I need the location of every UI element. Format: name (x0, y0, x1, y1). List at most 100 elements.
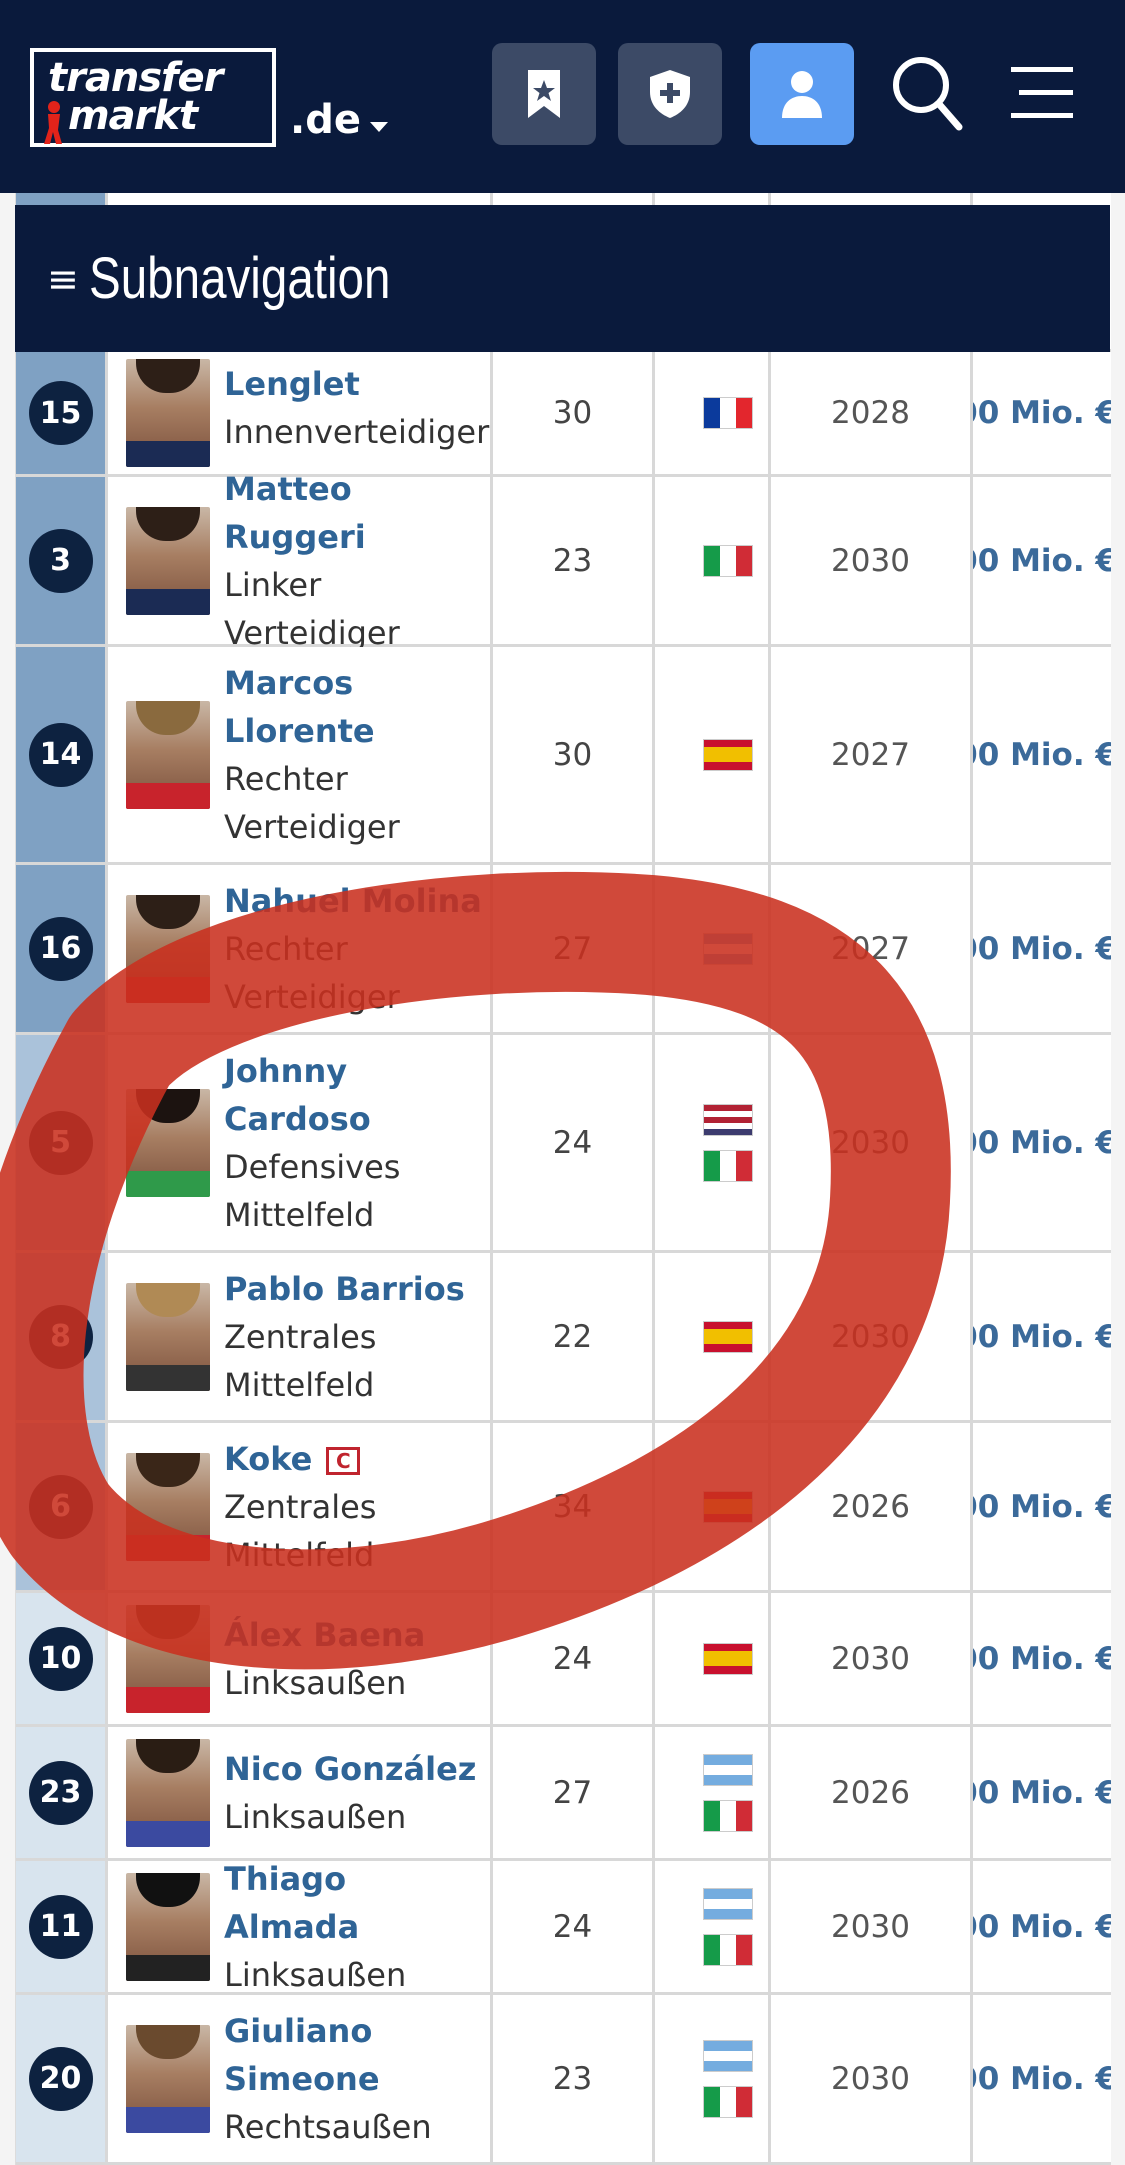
menu-icon (1011, 67, 1073, 118)
player-name-link[interactable]: Álex Baena (224, 1611, 425, 1659)
table-row[interactable]: 20 Giuliano Simeone Rechtsaußen 23 2030 … (16, 1995, 1111, 2165)
age-cell: 24 (493, 1035, 655, 1250)
number-cell: 16 (16, 865, 108, 1032)
market-value-link[interactable]: 20,00 Mio. € (973, 1909, 1111, 1945)
player-cell: Álex Baena Linksaußen (108, 1593, 493, 1724)
player-photo[interactable] (126, 506, 210, 615)
table-row[interactable]: 3 Matteo Ruggeri Linker Verteidiger 23 2… (16, 470, 1111, 652)
nationality-cell (655, 1423, 771, 1590)
flag-spain-icon (702, 1642, 753, 1675)
shirt-number-badge: 6 (28, 1474, 93, 1539)
market-value-link[interactable]: 55,00 Mio. € (973, 1641, 1111, 1677)
contract-cell: 2026 (771, 1727, 973, 1858)
table-row[interactable]: 10 Álex Baena Linksaußen 24 2030 55,00 M… (16, 1593, 1111, 1727)
player-photo[interactable] (126, 2024, 210, 2133)
player-photo[interactable] (126, 1088, 210, 1197)
shirt-number-badge: 8 (28, 1304, 93, 1369)
contract-cell: 2030 (771, 477, 973, 644)
top-header: transfer markt .de (0, 0, 1125, 193)
number-cell: 23 (16, 1727, 108, 1858)
player-cell: Matteo Ruggeri Linker Verteidiger (108, 470, 493, 652)
number-cell: 20 (16, 1995, 108, 2162)
contract-cell: 2026 (771, 1423, 973, 1590)
market-value-link[interactable]: 24,00 Mio. € (973, 1775, 1111, 1811)
market-value-link[interactable]: 40,00 Mio. € (973, 2061, 1111, 2097)
account-button[interactable] (750, 43, 854, 145)
table-row[interactable]: 5 Johnny Cardoso Defensives Mittelfeld 2… (16, 1035, 1111, 1253)
contract-cell: 2030 (771, 1035, 973, 1250)
flag-italy-icon (702, 1933, 753, 1966)
contract-cell: 2030 (771, 1861, 973, 1992)
player-name[interactable]: Koke (224, 1440, 312, 1478)
player-cell: Johnny Cardoso Defensives Mittelfeld (108, 1035, 493, 1250)
age-cell: 23 (493, 477, 655, 644)
player-photo[interactable] (126, 1452, 210, 1561)
table-row[interactable]: 14 Marcos Llorente Rechter Verteidiger 3… (16, 647, 1111, 865)
player-photo[interactable] (126, 1604, 210, 1713)
player-name-link[interactable]: Pablo Barrios (224, 1265, 474, 1313)
player-photo[interactable] (126, 1872, 210, 1981)
table-row[interactable]: 16 Nahuel Molina Rechter Verteidiger 27 … (16, 865, 1111, 1035)
shirt-number-badge: 11 (28, 1894, 93, 1959)
player-photo[interactable] (126, 1282, 210, 1391)
shirt-number-badge: 16 (28, 916, 93, 981)
bookmark-button[interactable] (492, 43, 596, 145)
chevron-down-icon[interactable] (370, 122, 388, 132)
subnavigation-bar[interactable]: ≡ Subnavigation (15, 205, 1110, 352)
player-name-link[interactable]: Nahuel Molina (224, 877, 484, 925)
transfermarkt-logo[interactable]: transfer markt (30, 48, 276, 147)
player-position: Rechter Verteidiger (224, 759, 400, 846)
nationality-cell (655, 352, 771, 474)
value-cell: 15,00 Mio. € (973, 865, 1111, 1032)
player-photo[interactable] (126, 894, 210, 1003)
player-name-link[interactable]: Thiago Almada (224, 1855, 490, 1951)
flag-spain-icon (702, 738, 753, 771)
table-row[interactable]: 8 Pablo Barrios Zentrales Mittelfeld 22 … (16, 1253, 1111, 1423)
market-value-link[interactable]: 7,00 Mio. € (973, 1489, 1111, 1525)
subnavigation-title: Subnavigation (88, 246, 391, 311)
player-name-link[interactable]: Giuliano Simeone (224, 2007, 424, 2103)
player-photo[interactable] (126, 1738, 210, 1847)
number-cell: 5 (16, 1035, 108, 1250)
captain-icon: C (326, 1446, 361, 1475)
player-name-link[interactable]: Marcos Llorente (224, 659, 375, 755)
market-value-link[interactable]: 15,00 Mio. € (973, 543, 1111, 579)
table-row[interactable]: 6 Koke C Zentrales Mittelfeld 34 2026 7,0… (16, 1423, 1111, 1593)
table-row[interactable]: 11 Thiago Almada Linksaußen 24 2030 20,0… (16, 1860, 1111, 1995)
flag-italy-icon (702, 2085, 753, 2118)
player-name-link[interactable]: Lenglet (224, 360, 489, 408)
player-cell: Lenglet Innenverteidiger (108, 352, 493, 474)
shirt-number-badge: 10 (28, 1626, 93, 1691)
search-button[interactable] (882, 48, 972, 138)
player-position: Linksaußen (224, 1663, 407, 1702)
menu-button[interactable] (1000, 48, 1090, 138)
market-value-link[interactable]: 60,00 Mio. € (973, 1319, 1111, 1355)
table-row[interactable]: 15 Lenglet Innenverteidiger 30 2028 6,00… (16, 352, 1111, 477)
value-cell: 60,00 Mio. € (973, 1253, 1111, 1420)
player-photo[interactable] (126, 359, 210, 467)
value-cell: 7,00 Mio. € (973, 1423, 1111, 1590)
player-name-link[interactable]: Nico González (224, 1745, 476, 1793)
club-shield-button[interactable] (618, 43, 722, 145)
player-cell: Pablo Barrios Zentrales Mittelfeld (108, 1253, 493, 1420)
nationality-cell (655, 647, 771, 862)
market-value-link[interactable]: 15,00 Mio. € (973, 931, 1111, 967)
player-photo[interactable] (126, 700, 210, 809)
domain-selector[interactable]: .de (290, 98, 361, 142)
player-cell: Giuliano Simeone Rechtsaußen (108, 1995, 493, 2162)
number-cell: 10 (16, 1593, 108, 1724)
player-position: Defensives Mittelfeld (224, 1147, 401, 1234)
value-cell: 15,00 Mio. € (973, 477, 1111, 644)
player-position: Linksaußen (224, 1955, 407, 1994)
age-cell: 34 (493, 1423, 655, 1590)
table-row[interactable]: 23 Nico González Linksaußen 27 2026 24,0… (16, 1727, 1111, 1861)
player-name-link[interactable]: Koke C (224, 1435, 474, 1483)
market-value-link[interactable]: 22,00 Mio. € (973, 1125, 1111, 1161)
player-name-link[interactable]: Matteo Ruggeri (224, 465, 484, 561)
flag-italy-icon (702, 1799, 753, 1832)
market-value-link[interactable]: 22,00 Mio. € (973, 737, 1111, 773)
flag-argentina-icon (702, 2039, 753, 2072)
flag-italy-icon (702, 1149, 753, 1182)
market-value-link[interactable]: 6,00 Mio. € (973, 395, 1111, 431)
player-name-link[interactable]: Johnny Cardoso (224, 1047, 394, 1143)
